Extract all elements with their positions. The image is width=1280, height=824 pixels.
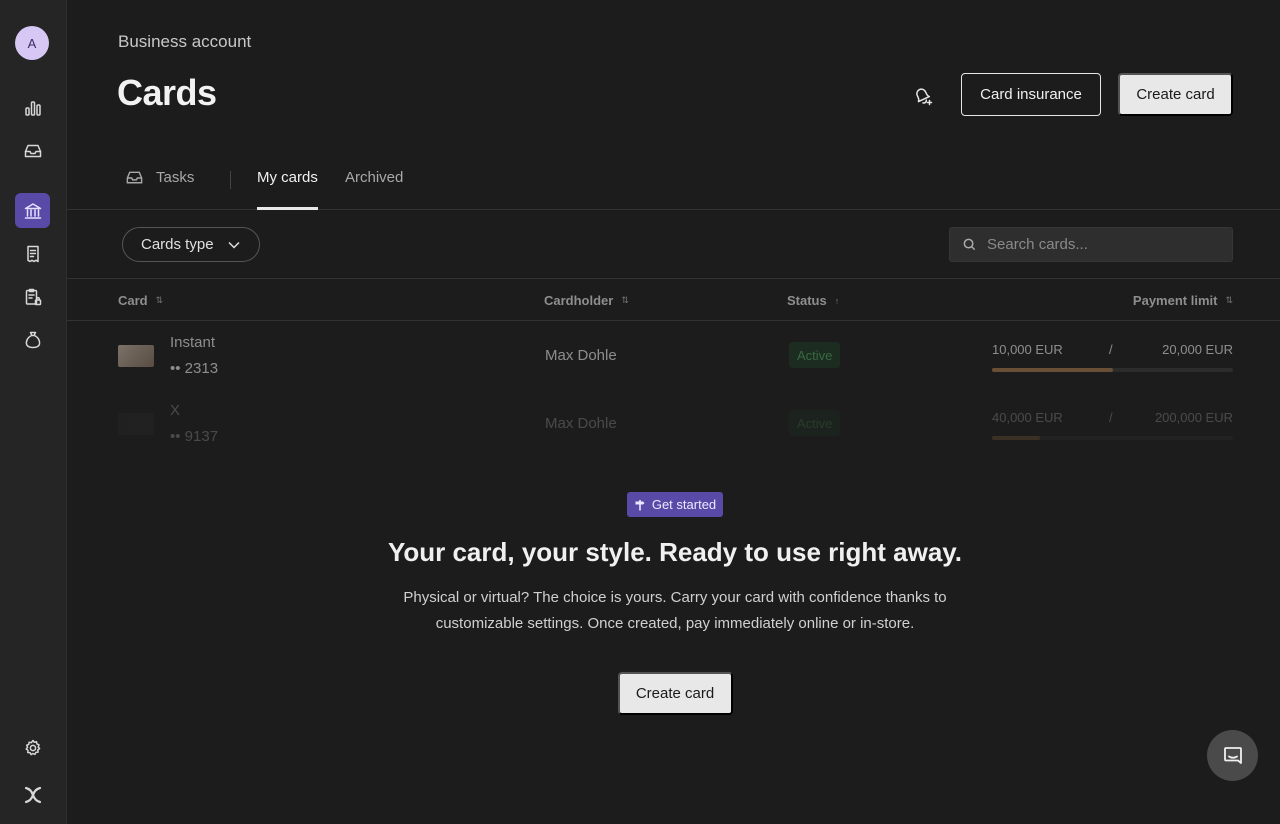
tab-label: My cards xyxy=(257,169,318,186)
empty-state: Get started Your card, your style. Ready… xyxy=(67,492,1280,715)
limit-progress-bar xyxy=(992,368,1233,372)
sidebar-item-inbox[interactable] xyxy=(15,133,50,168)
sort-icon: ⇅ xyxy=(1225,295,1233,305)
empty-state-create-card-button[interactable]: Create card xyxy=(617,672,733,715)
sidebar-item-analytics[interactable] xyxy=(15,90,50,125)
search-box xyxy=(949,227,1233,262)
sidebar-item-cards[interactable] xyxy=(15,193,50,228)
clipboard-lock-icon xyxy=(25,288,41,305)
card-thumbnail xyxy=(118,413,154,435)
sort-icon: ⇅ xyxy=(155,295,164,305)
card-name: X xyxy=(170,402,181,419)
gear-icon xyxy=(24,739,40,755)
tab-archived[interactable]: Archived xyxy=(345,169,403,209)
sidebar: A xyxy=(0,0,67,824)
limit-separator: / xyxy=(1109,342,1113,357)
money-bag-icon xyxy=(25,331,40,348)
inbox-icon xyxy=(126,171,143,184)
sidebar-item-home[interactable] xyxy=(15,777,50,812)
column-header-status[interactable]: Status ↑ xyxy=(787,293,839,308)
chat-support-button[interactable] xyxy=(1207,730,1258,781)
sidebar-item-documents[interactable] xyxy=(15,279,50,314)
chat-icon xyxy=(1223,746,1242,764)
get-started-chip: Get started xyxy=(626,492,724,517)
tab-label: Tasks xyxy=(156,169,195,186)
filter-bar: Cards type xyxy=(67,210,1280,279)
avatar[interactable]: A xyxy=(15,26,49,60)
empty-state-title: Your card, your style. Ready to use righ… xyxy=(387,537,963,567)
logo-icon xyxy=(24,786,41,803)
table-row[interactable]: X •• 9137 Max Dohle Active 40,000 EUR / … xyxy=(67,389,1280,457)
sidebar-item-funding[interactable] xyxy=(15,322,50,357)
limit-separator: / xyxy=(1109,410,1113,425)
card-name: Instant xyxy=(170,334,216,351)
notification-settings-button[interactable] xyxy=(907,80,937,110)
tab-bar: Tasks My cards Archived xyxy=(67,155,1280,210)
main-content: Business account Cards Card insurance Cr… xyxy=(67,0,1280,824)
dropdown-label: Cards type xyxy=(141,236,214,253)
column-header-card[interactable]: Card ⇅ xyxy=(118,293,163,308)
status-badge: Active xyxy=(789,342,841,368)
tab-tasks[interactable]: Tasks xyxy=(125,169,194,209)
bar-chart-icon xyxy=(24,100,41,116)
empty-state-text: Physical or virtual? The choice is yours… xyxy=(403,589,947,632)
limit-progress-fill xyxy=(992,368,1113,372)
sidebar-item-invoices[interactable] xyxy=(15,236,50,271)
cardholder: Max Dohle xyxy=(545,415,617,432)
limit-progress-bar xyxy=(992,436,1233,440)
card-thumbnail xyxy=(118,345,154,367)
search-icon xyxy=(963,238,976,251)
status-badge: Active xyxy=(789,410,841,436)
limit-progress-fill xyxy=(992,436,1041,440)
cards-type-dropdown[interactable]: Cards type xyxy=(122,227,260,262)
bank-icon xyxy=(24,202,41,219)
create-card-button[interactable]: Create card xyxy=(1118,73,1233,116)
card-number: •• 2313 xyxy=(170,360,219,377)
search-input[interactable] xyxy=(987,236,1217,253)
tab-label: Archived xyxy=(345,169,404,186)
table-row[interactable]: Instant •• 2313 Max Dohle Active 10,000 … xyxy=(67,321,1280,389)
limit-total: 200,000 EUR xyxy=(1154,410,1233,425)
limit-total: 20,000 EUR xyxy=(1162,342,1233,357)
inbox-icon xyxy=(24,144,41,157)
limit-used: 40,000 EUR xyxy=(992,410,1063,425)
column-header-cardholder[interactable]: Cardholder ⇅ xyxy=(544,293,629,308)
sort-ascending-icon: ↑ xyxy=(834,295,840,306)
limit-used: 10,000 EUR xyxy=(992,342,1063,357)
page-title: Cards xyxy=(117,72,217,113)
column-header-payment-limit[interactable]: Payment limit ⇅ xyxy=(1133,293,1233,308)
bell-plus-icon xyxy=(916,88,933,106)
chevron-down-icon xyxy=(228,241,240,249)
table-header: Card ⇅ Cardholder ⇅ Status ↑ Payment limit ⇅ xyxy=(67,280,1280,321)
receipt-icon xyxy=(26,245,39,262)
signpost-icon xyxy=(635,499,645,510)
sort-icon: ⇅ xyxy=(621,295,629,305)
sidebar-item-settings[interactable] xyxy=(15,730,50,765)
tab-divider xyxy=(230,171,231,189)
page-eyebrow: Business account xyxy=(118,32,252,51)
card-insurance-button[interactable]: Card insurance xyxy=(961,73,1101,116)
card-number: •• 9137 xyxy=(170,428,219,445)
tab-my-cards[interactable]: My cards xyxy=(257,169,318,210)
cardholder: Max Dohle xyxy=(545,347,617,364)
